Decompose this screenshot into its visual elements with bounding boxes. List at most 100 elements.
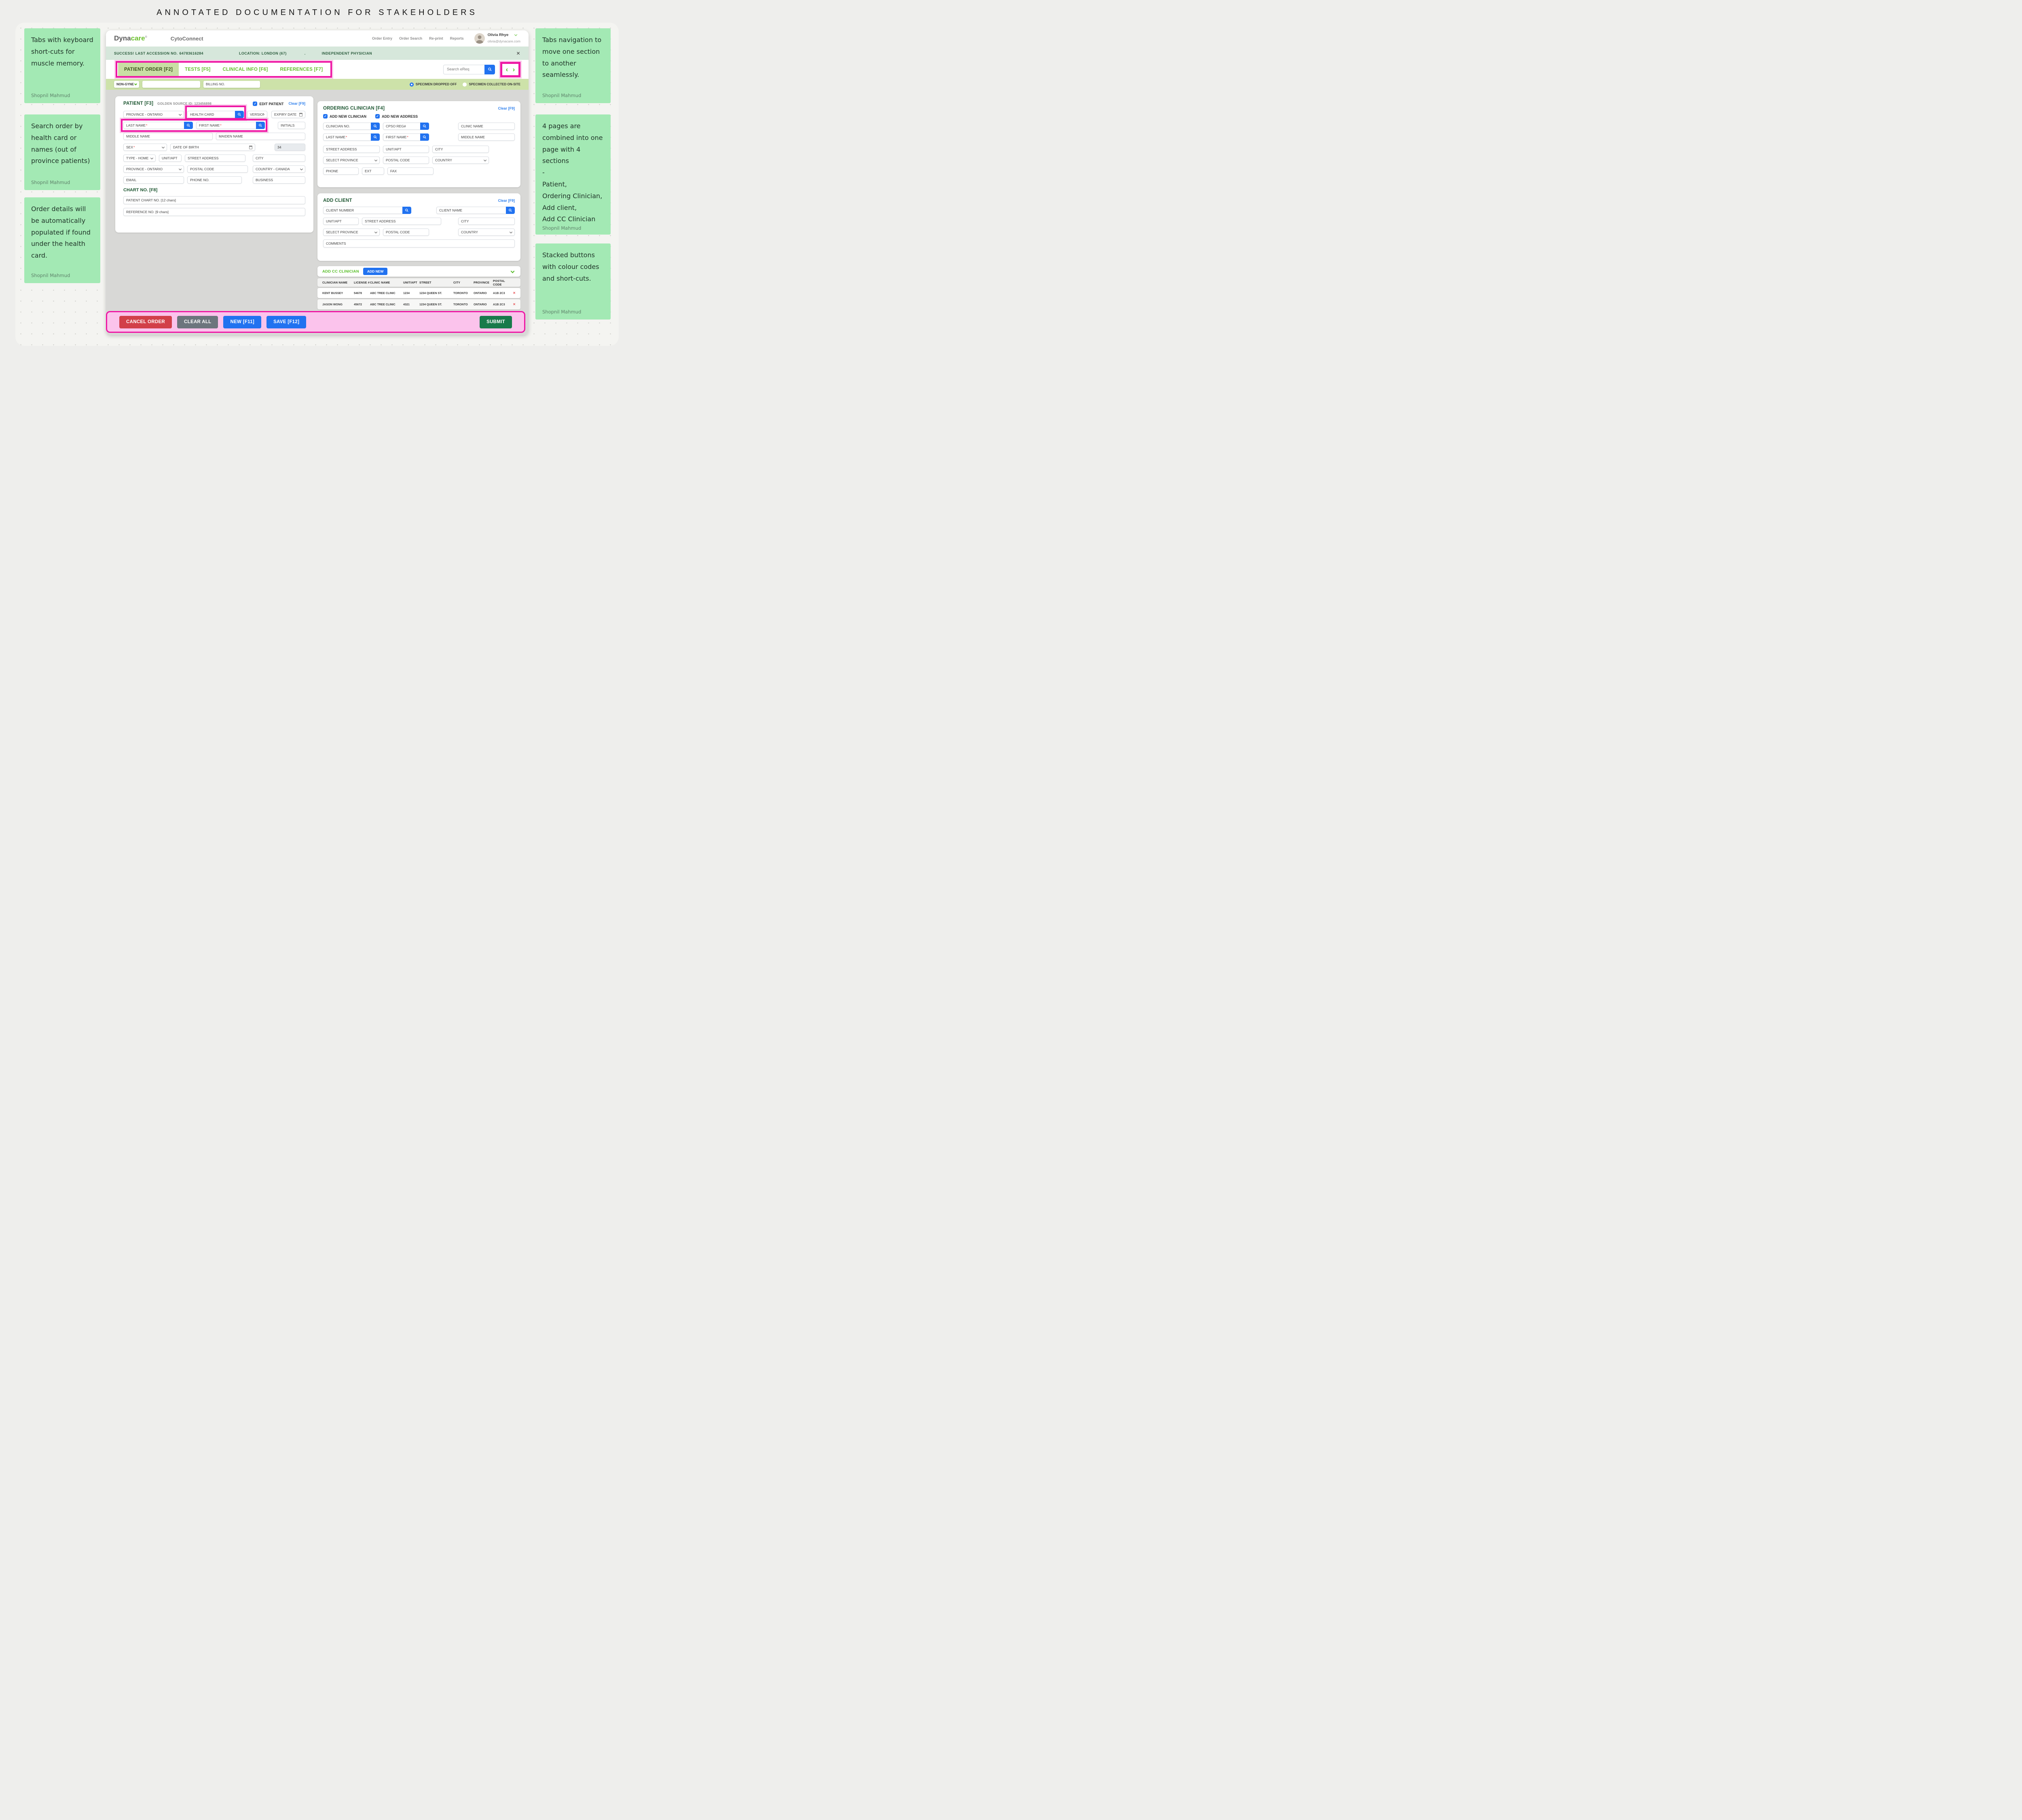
chevron-down-icon[interactable] (511, 269, 515, 273)
order-type-select[interactable]: NON-GYNE (114, 81, 139, 88)
phone-no-input[interactable] (187, 176, 242, 184)
clinician-country-select[interactable]: COUNTRY (432, 157, 489, 164)
save-button[interactable]: SAVE [F12] (266, 316, 306, 328)
comments-input[interactable] (323, 239, 515, 248)
client-postal-input[interactable] (383, 229, 429, 236)
chevron-left-icon[interactable]: ‹ (506, 66, 508, 73)
nav-reprint[interactable]: Re-print (429, 36, 443, 40)
clear-all-button[interactable]: CLEAR ALL (177, 316, 218, 328)
clinician-no-input[interactable] (323, 123, 371, 130)
cpso-search-button[interactable] (420, 123, 429, 130)
product-name: CytoConnect (171, 36, 203, 42)
business-input[interactable] (253, 176, 305, 184)
client-name-input[interactable] (436, 207, 506, 214)
clinician-last-name-input[interactable]: LAST NAME* (323, 133, 371, 141)
address-province-select[interactable]: PROVINCE - ONTARIO (123, 165, 184, 173)
address-type-select[interactable]: TYPE - HOME (123, 154, 156, 162)
middle-name-input[interactable] (123, 133, 213, 140)
tab-tests[interactable]: TESTS [F5] (179, 63, 216, 76)
clinician-first-name-search-button[interactable] (420, 133, 429, 141)
city-input[interactable] (253, 154, 305, 162)
chevron-down-icon (300, 167, 303, 170)
tab-references[interactable]: REFERENCES [F7] (274, 63, 329, 76)
radio-specimen-dropped-off[interactable]: SPECIMEN DROPPED OFF (410, 83, 457, 87)
cpso-group (383, 123, 429, 130)
client-street-input[interactable] (362, 218, 441, 225)
chevron-right-icon[interactable]: › (513, 66, 515, 73)
add-new-clinician-checkbox[interactable]: ✓ ADD NEW CLINICIAN (323, 114, 366, 119)
nav-reports[interactable]: Reports (450, 36, 464, 40)
clinician-city-input[interactable] (432, 146, 489, 153)
remove-row-icon[interactable]: ✕ (512, 291, 516, 295)
cancel-order-button[interactable]: CANCEL ORDER (119, 316, 172, 328)
version-input[interactable] (247, 111, 267, 118)
maiden-name-input[interactable] (216, 133, 305, 140)
client-unit-input[interactable] (323, 218, 359, 225)
radio-specimen-collected[interactable]: SPECIMEN COLLECTED ON-SITE (463, 83, 520, 87)
chevron-down-icon[interactable] (514, 33, 517, 36)
client-name-search-button[interactable] (506, 207, 515, 214)
search-button[interactable] (484, 65, 495, 74)
client-province-select[interactable]: SELECT PROVINCE (323, 229, 380, 236)
remove-row-icon[interactable]: ✕ (512, 303, 516, 306)
close-icon[interactable]: ✕ (516, 51, 520, 56)
user-menu[interactable]: Olivia Rhye olivia@dynacare.com (474, 33, 520, 44)
date-of-birth-input[interactable]: DATE OF BIRTH (170, 144, 255, 151)
email-input[interactable] (123, 176, 184, 184)
clinic-name-input[interactable] (458, 123, 515, 130)
street-address-input[interactable] (185, 154, 245, 162)
note-four-pages: 4 pages are combined into one page with … (535, 114, 611, 235)
cpso-reg-input[interactable] (383, 123, 420, 130)
tab-patient-order[interactable]: PATIENT ORDER [F2] (118, 63, 179, 76)
patient-clear-link[interactable]: Clear [F9] (288, 102, 305, 106)
first-name-input[interactable]: FIRST NAME* (196, 122, 256, 129)
order-number-input[interactable] (142, 81, 200, 88)
client-clear-link[interactable]: Clear [F9] (498, 199, 515, 203)
clinician-fax-input[interactable] (387, 167, 434, 175)
billing-no-input[interactable] (203, 81, 260, 88)
health-card-input[interactable] (187, 111, 235, 118)
client-number-input[interactable] (323, 207, 402, 214)
col-postal-code: POSTAL CODE (493, 279, 512, 286)
patient-chart-no-input[interactable] (123, 196, 305, 204)
sex-select[interactable]: SEX* (123, 144, 167, 151)
clinician-middle-name-input[interactable] (458, 133, 515, 141)
edit-patient-checkbox[interactable]: ✓ EDIT PATIENT (253, 102, 283, 106)
tab-clinical-info[interactable]: CLINICAL INFO [F6] (216, 63, 274, 76)
patient-province-select[interactable]: PROVINCE - ONTARIO (123, 111, 184, 118)
clinician-street-input[interactable] (323, 146, 380, 153)
clinician-unit-input[interactable] (383, 146, 429, 153)
postal-code-input[interactable] (187, 165, 248, 173)
nav-order-search[interactable]: Order Search (399, 36, 422, 40)
search-input[interactable] (443, 65, 484, 74)
submit-button[interactable]: SUBMIT (480, 316, 512, 328)
new-button[interactable]: NEW [F11] (223, 316, 261, 328)
add-new-button[interactable]: ADD NEW (363, 268, 388, 275)
add-new-address-checkbox[interactable]: ✓ ADD NEW ADDRESS (375, 114, 418, 119)
client-city-input[interactable] (458, 218, 515, 225)
clinician-first-name-input[interactable]: FIRST NAME* (383, 133, 420, 141)
client-number-search-button[interactable] (402, 207, 411, 214)
clinician-phone-input[interactable] (323, 167, 359, 175)
banner-location: LOCATION: LONDON (67) (239, 51, 287, 55)
expiry-date-input[interactable]: EXPIRY DATE (271, 111, 305, 118)
first-name-search-button[interactable] (256, 122, 265, 129)
clinician-ext-input[interactable] (362, 167, 384, 175)
country-select[interactable]: COUNTRY - CANADA (253, 165, 305, 173)
reference-no-input[interactable] (123, 208, 305, 216)
col-street: STREET (419, 281, 453, 284)
clinician-postal-input[interactable] (383, 157, 429, 164)
clinician-last-name-search-button[interactable] (371, 133, 380, 141)
clinician-clear-link[interactable]: Clear [F9] (498, 106, 515, 110)
last-name-search-button[interactable] (184, 122, 193, 129)
last-name-input[interactable]: LAST NAME* (123, 122, 184, 129)
initials-input[interactable] (278, 122, 305, 129)
client-country-select[interactable]: COUNTRY (458, 229, 515, 236)
clinician-no-search-button[interactable] (371, 123, 380, 130)
nav-order-entry[interactable]: Order Entry (372, 36, 392, 40)
patient-section: PATIENT [F3] GOLDEN SOURCE ID: 123456898… (115, 96, 313, 233)
col-clinician-name: CLINICIAN NAME (322, 281, 354, 284)
unit-apt-input[interactable] (159, 154, 182, 162)
clinician-province-select[interactable]: SELECT PROVINCE (323, 157, 380, 164)
health-card-search-button[interactable] (235, 111, 244, 118)
